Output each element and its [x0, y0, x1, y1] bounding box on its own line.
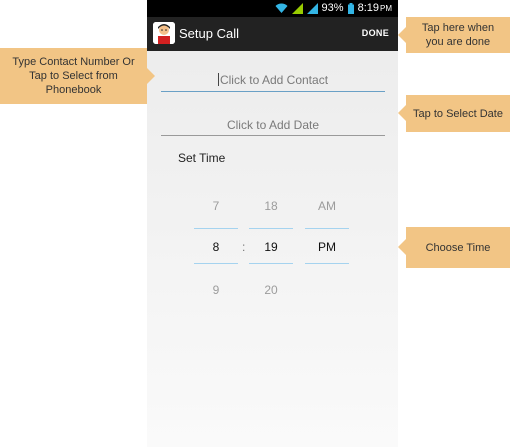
callout-time-text: Choose Time	[425, 241, 491, 254]
callout-contact-text: Type Contact Number Or Tap to Select fro…	[12, 56, 135, 96]
date-placeholder: Click to Add Date	[226, 118, 320, 132]
ampm-prev[interactable]: AM	[305, 199, 349, 213]
minute-divider-top	[249, 228, 293, 229]
callout-date-arrow	[398, 105, 406, 121]
phone-screen: 93% 8:19PM Setup Call DONE Click to Add …	[147, 0, 398, 447]
ampm-selected[interactable]: PM	[305, 240, 349, 254]
clock-time: 8:19	[357, 2, 379, 14]
clock: 8:19PM	[358, 2, 392, 14]
minute-selected[interactable]: 19	[249, 240, 293, 254]
status-bar: 93% 8:19PM	[147, 0, 398, 17]
hour-divider-bottom	[194, 263, 238, 264]
date-field[interactable]: Click to Add Date	[161, 118, 385, 136]
status-icons: 93% 8:19PM	[275, 2, 392, 14]
ampm-divider-bottom	[305, 263, 349, 264]
done-button[interactable]: DONE	[362, 28, 389, 38]
callout-done-text: Tap here when you are done	[421, 22, 495, 48]
callout-date: Tap to Select Date	[406, 95, 510, 132]
callout-contact: Type Contact Number Or Tap to Select fro…	[0, 48, 147, 104]
clock-ampm: PM	[380, 4, 392, 13]
contact-input[interactable]: Click to Add Contact	[161, 73, 385, 92]
callout-time-arrow	[398, 239, 406, 255]
callout-contact-arrow	[147, 68, 155, 84]
time-separator: :	[242, 240, 246, 254]
hour-prev[interactable]: 7	[194, 199, 238, 213]
wifi-icon	[275, 3, 288, 13]
hour-selected[interactable]: 8	[194, 240, 238, 254]
signal-icon	[291, 2, 303, 14]
ampm-divider-top	[305, 228, 349, 229]
callout-time: Choose Time	[406, 227, 510, 268]
battery-percent: 93%	[321, 2, 344, 14]
minute-prev[interactable]: 18	[249, 199, 293, 213]
text-cursor	[217, 73, 219, 86]
contact-placeholder: Click to Add Contact	[219, 73, 329, 87]
callout-done: Tap here when you are done	[406, 17, 510, 53]
callout-date-text: Tap to Select Date	[413, 107, 503, 120]
app-logo-icon[interactable]	[153, 22, 175, 44]
screen-title: Setup Call	[179, 26, 239, 41]
action-bar: Setup Call DONE	[147, 17, 398, 51]
hour-divider-top	[194, 228, 238, 229]
battery-icon	[347, 2, 354, 14]
set-time-label: Set Time	[178, 151, 226, 165]
callout-done-arrow	[398, 27, 406, 43]
hour-next[interactable]: 9	[194, 283, 238, 297]
minute-divider-bottom	[249, 263, 293, 264]
signal-icon-2	[306, 2, 318, 14]
minute-next[interactable]: 20	[249, 283, 293, 297]
